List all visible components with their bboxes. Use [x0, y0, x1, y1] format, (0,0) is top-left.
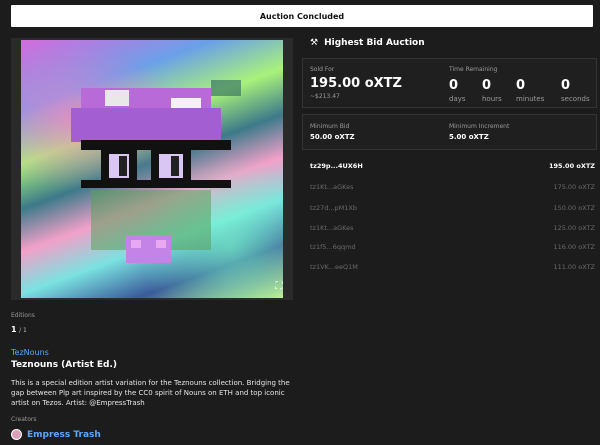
time-days: 0 days: [449, 78, 466, 103]
bid-amount: 150.00 oXTZ: [553, 204, 595, 212]
bid-row: tz29p...4UX6H 195.00 oXTZ: [310, 162, 595, 174]
creator-link[interactable]: Empress Trash: [11, 429, 101, 440]
time-hours: 0 hours: [482, 78, 502, 103]
bid-row: tz1Kt...aGKes 125.00 oXTZ: [310, 224, 595, 236]
bidder-address[interactable]: tz1VK...eeQ1M: [310, 263, 358, 271]
token-title: Teznouns (Artist Ed.): [11, 360, 118, 370]
sold-for-usd: ~$213.47: [310, 93, 340, 100]
time-seconds: 0 seconds: [561, 78, 590, 103]
bidder-address[interactable]: tz1Kt...aGKes: [310, 224, 353, 232]
editions-total: / 1: [19, 327, 27, 334]
time-minutes: 0 minutes: [516, 78, 545, 103]
bid-amount: 175.00 oXTZ: [553, 183, 595, 191]
minimum-increment-value: 5.00 oXTZ: [449, 133, 489, 141]
bidder-address[interactable]: tz29p...4UX6H: [310, 162, 363, 170]
bid-amount: 111.00 oXTZ: [553, 263, 595, 271]
bid-row: tz27d...pM1Xb 150.00 oXTZ: [310, 204, 595, 216]
creators-label: Creators: [11, 416, 37, 423]
minimum-bid-label: Minimum Bid: [310, 123, 350, 130]
editions-label: Editions: [11, 312, 35, 319]
bidder-address[interactable]: tz1f5...6qqmd: [310, 243, 356, 251]
minimum-increment-label: Minimum Increment: [449, 123, 510, 130]
bid-amount: 125.00 oXTZ: [553, 224, 595, 232]
time-remaining-label: Time Remaining: [449, 66, 498, 73]
gavel-icon: ⚒: [310, 38, 319, 48]
artwork-image[interactable]: [21, 40, 283, 298]
sold-for-label: Sold For: [310, 66, 335, 73]
auction-title: Highest Bid Auction: [324, 38, 425, 48]
sold-for-value: 195.00 oXTZ: [310, 76, 402, 91]
minimums-panel: [302, 114, 597, 150]
token-description: This is a special edition artist variati…: [11, 379, 290, 407]
auction-concluded-banner: Auction Concluded: [11, 5, 593, 27]
bid-amount: 116.00 oXTZ: [553, 243, 595, 251]
collection-link[interactable]: TezNouns: [11, 348, 49, 357]
bid-row: tz1Kt...aGKes 175.00 oXTZ: [310, 183, 595, 195]
artwork-frame: ⛶: [11, 38, 293, 300]
auction-header: ⚒ Highest Bid Auction: [310, 38, 425, 48]
avatar: [11, 429, 22, 440]
bidder-address[interactable]: tz27d...pM1Xb: [310, 204, 357, 212]
editions-current: 1: [11, 325, 17, 334]
minimum-bid-value: 50.00 oXTZ: [310, 133, 355, 141]
editions-count: 1 / 1: [11, 325, 27, 334]
bidder-address[interactable]: tz1Kt...aGKes: [310, 183, 353, 191]
bid-amount: 195.00 oXTZ: [549, 162, 595, 170]
expand-icon[interactable]: ⛶: [271, 278, 287, 294]
bid-row: tz1VK...eeQ1M 111.00 oXTZ: [310, 263, 595, 275]
creator-name[interactable]: Empress Trash: [27, 430, 101, 440]
bid-row: tz1f5...6qqmd 116.00 oXTZ: [310, 243, 595, 255]
